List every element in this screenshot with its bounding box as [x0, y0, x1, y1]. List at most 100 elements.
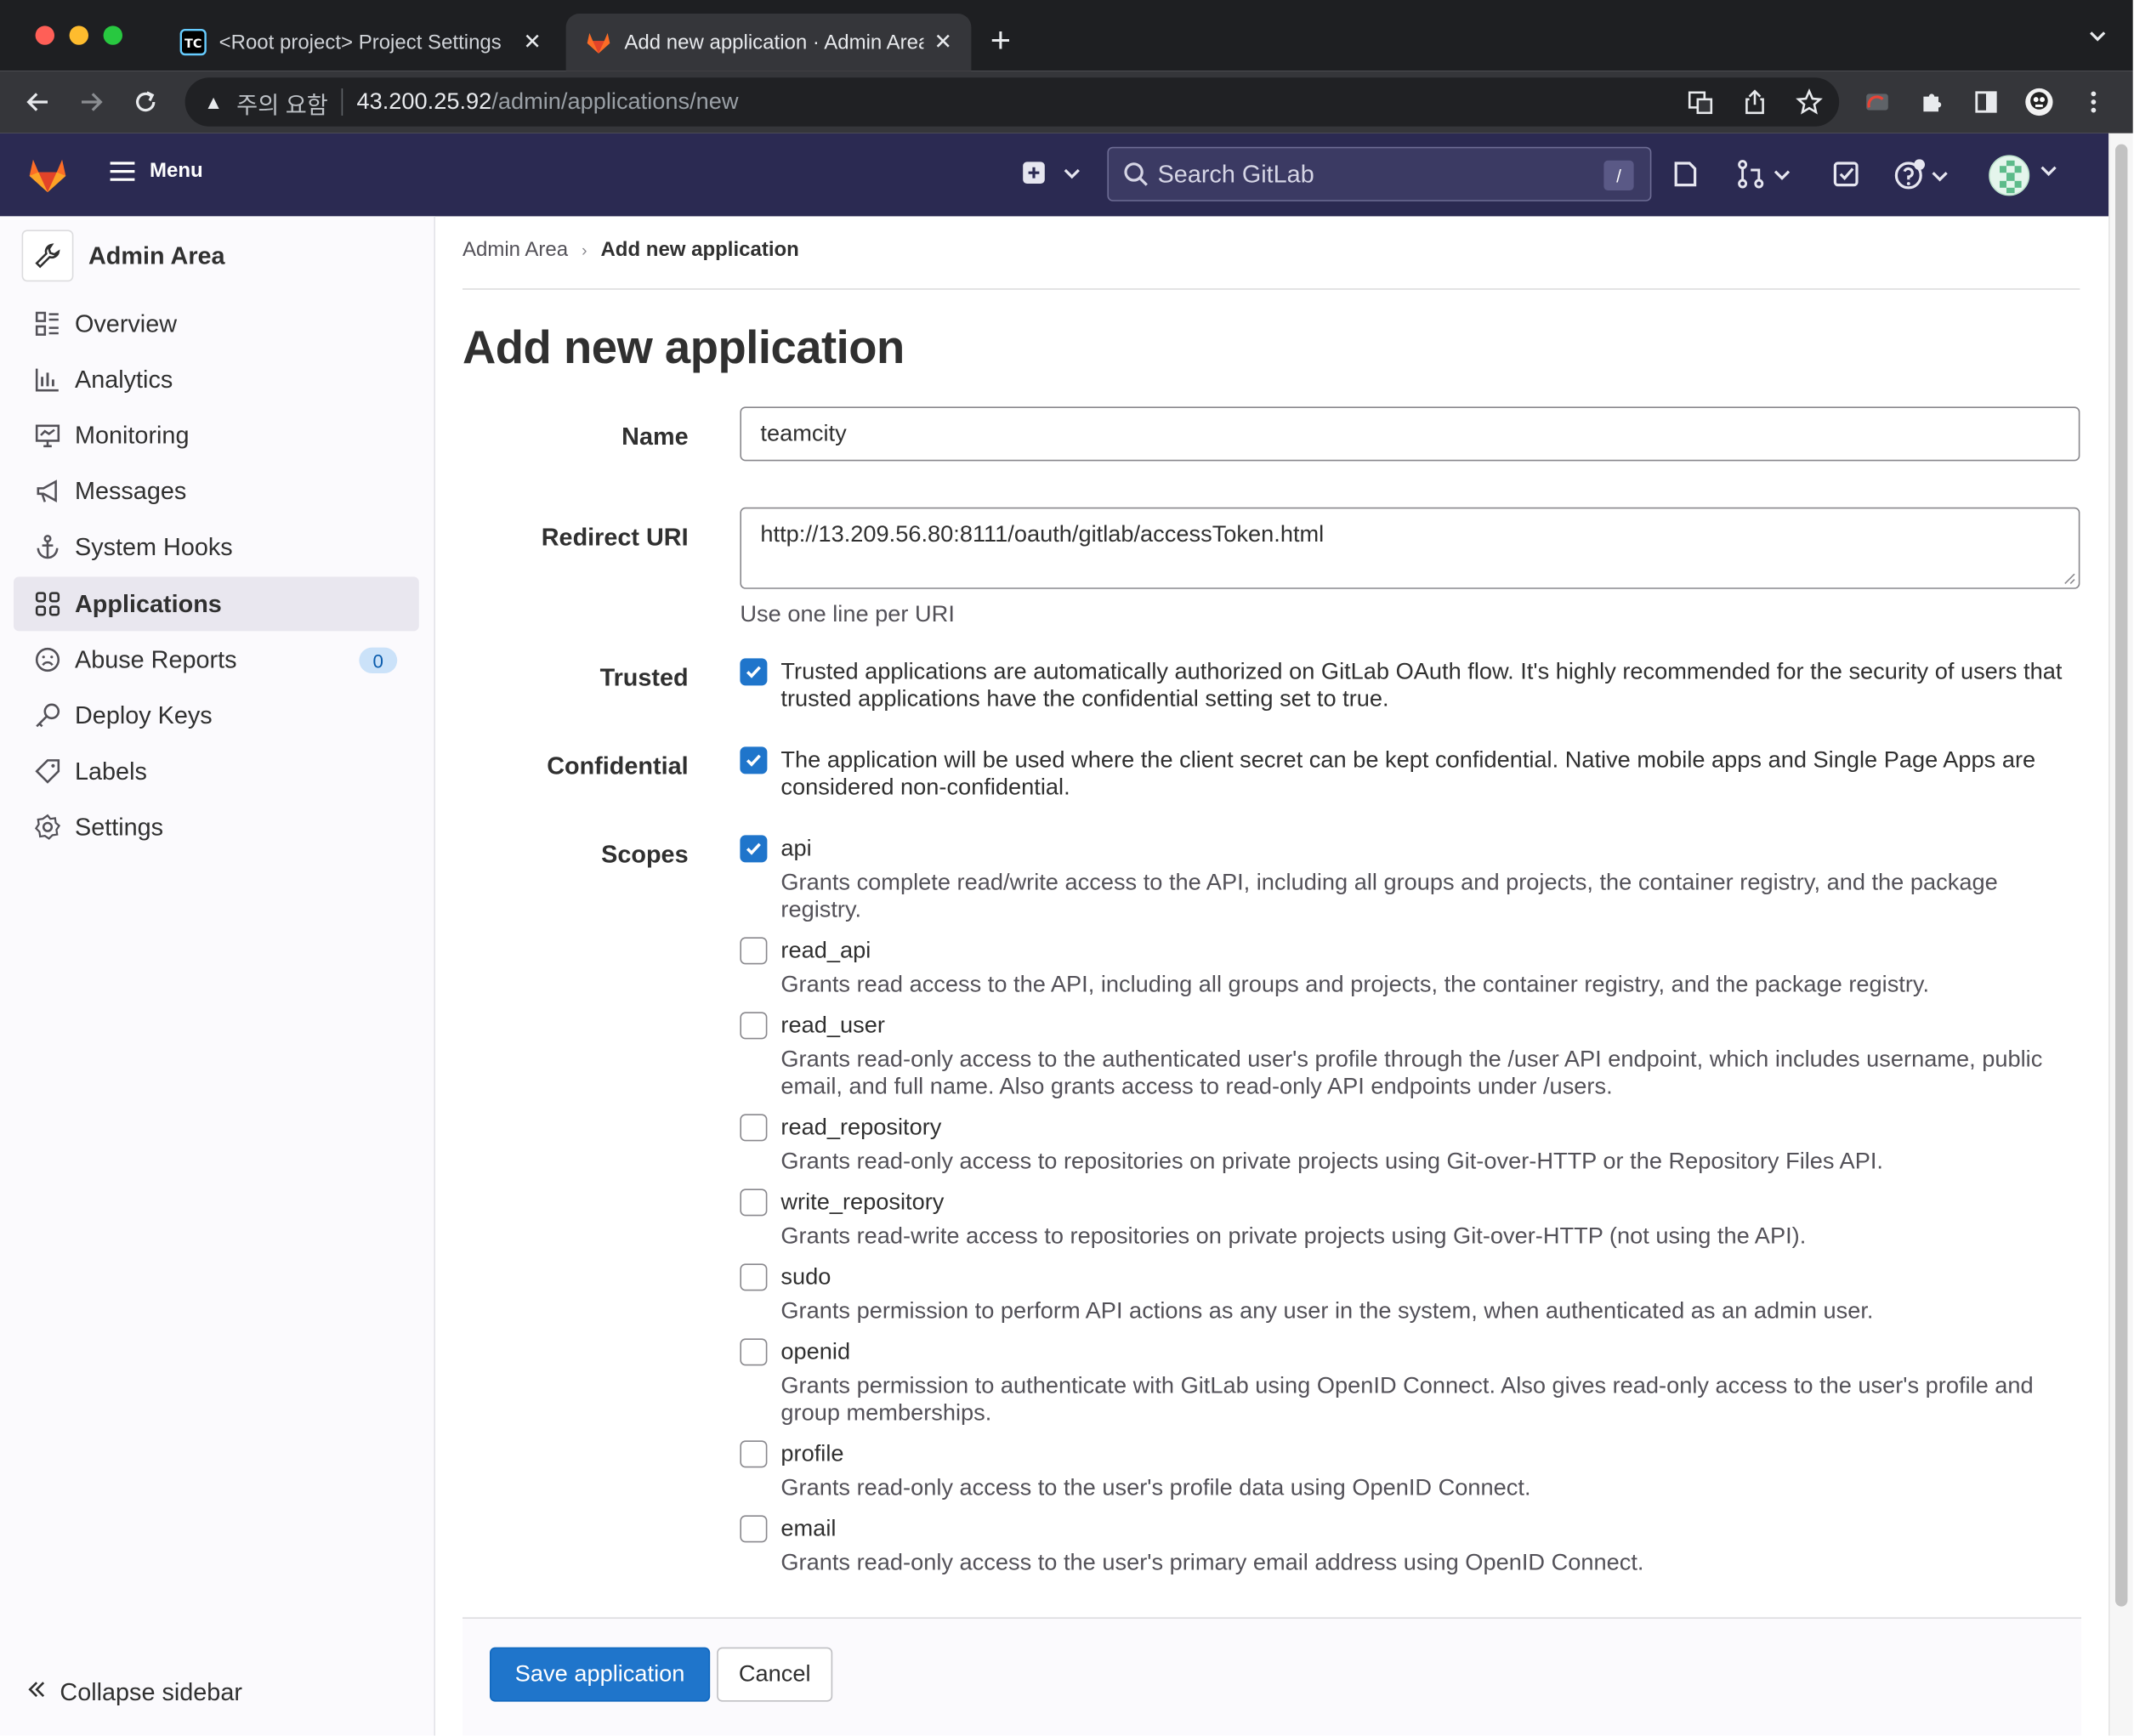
scope-checkbox-profile[interactable] — [740, 1440, 768, 1468]
tab-search-chevron-icon[interactable] — [2086, 25, 2108, 54]
sidebar-item-labels[interactable]: Labels — [14, 744, 419, 798]
todo-checkbox-icon — [1833, 162, 1859, 187]
user-menu-chevron[interactable] — [2038, 159, 2060, 181]
teamcity-favicon-icon: TC — [179, 29, 207, 56]
scope-name[interactable]: read_api — [780, 937, 871, 964]
tab-title: <Root project> Project Settings — [219, 31, 502, 54]
merge-requests-button[interactable] — [1736, 159, 1793, 189]
sidebar-item-messages[interactable]: Messages — [14, 464, 419, 519]
scope-checkbox-email[interactable] — [740, 1515, 768, 1543]
maximize-window-button[interactable] — [103, 26, 122, 45]
cancel-button[interactable]: Cancel — [717, 1647, 833, 1702]
sidebar-item-settings[interactable]: Settings — [14, 800, 419, 854]
sidebar-item-label: Abuse Reports — [75, 645, 237, 673]
sidebar-item-overview[interactable]: Overview — [14, 297, 419, 351]
page-scrollbar[interactable] — [2108, 133, 2133, 1736]
scope-name[interactable]: read_repository — [780, 1114, 941, 1141]
save-application-button[interactable]: Save application — [490, 1647, 711, 1702]
monitor-icon — [32, 420, 62, 450]
scope-name[interactable]: profile — [780, 1440, 843, 1467]
scope-checkbox-read-user[interactable] — [740, 1012, 768, 1040]
scope-name[interactable]: api — [780, 835, 811, 862]
scope-name[interactable]: write_repository — [780, 1189, 944, 1216]
back-button[interactable] — [19, 83, 57, 122]
tab-title: Add new application · Admin Area · GitLa… — [624, 31, 922, 54]
close-window-button[interactable] — [35, 26, 54, 45]
scope-checkbox-openid[interactable] — [740, 1338, 768, 1366]
sidebar-item-label: Settings — [75, 813, 164, 840]
trusted-label: Trusted — [599, 663, 689, 691]
close-icon[interactable]: ✕ — [523, 29, 541, 56]
search-input[interactable]: Search GitLab / — [1107, 146, 1652, 201]
help-button[interactable] — [1893, 159, 1950, 191]
sidebar-item-system-hooks[interactable]: System Hooks — [14, 519, 419, 574]
redirect-uri-textarea[interactable]: http://13.209.56.80:8111/oauth/gitlab/ac… — [740, 507, 2080, 589]
confidential-label: Confidential — [547, 752, 689, 780]
collapse-sidebar-button[interactable]: Collapse sidebar — [25, 1677, 242, 1709]
sidebar-header[interactable]: Admin Area — [21, 230, 225, 282]
minimize-window-button[interactable] — [69, 26, 88, 45]
search-icon — [1124, 162, 1148, 186]
bookmark-star-icon[interactable] — [1794, 87, 1824, 116]
issues-button[interactable] — [1671, 159, 1700, 189]
scrollbar-thumb[interactable] — [2115, 144, 2128, 1607]
confidential-checkbox[interactable] — [740, 746, 768, 774]
sidebar-item-applications[interactable]: Applications — [14, 576, 419, 632]
sidebar-title: Admin Area — [88, 241, 225, 269]
scope-description: Grants read-only access to the user's pr… — [780, 1549, 1644, 1575]
scope-name[interactable]: read_user — [780, 1012, 885, 1039]
create-new-button[interactable] — [1020, 159, 1083, 186]
new-tab-button[interactable]: + — [990, 19, 1011, 60]
checkmark-icon — [746, 666, 761, 678]
menu-button[interactable]: Menu — [109, 159, 203, 182]
side-panel-icon[interactable] — [1971, 87, 2001, 116]
scope-name[interactable]: openid — [780, 1338, 850, 1365]
sidebar-item-label: System Hooks — [75, 532, 233, 560]
sidebar-item-analytics[interactable]: Analytics — [14, 352, 419, 406]
sidebar-item-monitoring[interactable]: Monitoring — [14, 408, 419, 462]
close-icon[interactable]: ✕ — [934, 29, 952, 56]
tab-teamcity[interactable]: TC <Root project> Project Settings ✕ — [161, 14, 560, 71]
sidebar-item-abuse-reports[interactable]: Abuse Reports 0 — [14, 633, 419, 687]
address-bar[interactable]: ▲ 주의 요함 43.200.25.92/admin/applications/… — [184, 77, 1840, 127]
name-value: teamcity — [760, 420, 847, 446]
scope-description: Grants read access to the API, including… — [780, 971, 1930, 997]
name-input[interactable]: teamcity — [740, 406, 2080, 462]
scope-checkbox-sudo[interactable] — [740, 1263, 768, 1291]
profile-avatar-icon[interactable] — [2024, 87, 2054, 116]
cast-extension-icon[interactable] — [1862, 87, 1892, 116]
translate-icon[interactable] — [1685, 87, 1715, 116]
search-placeholder: Search GitLab — [1157, 160, 1314, 187]
sidebar-item-deploy-keys[interactable]: Deploy Keys — [14, 689, 419, 743]
scope-checkbox-api[interactable] — [740, 835, 768, 863]
scope-checkbox-write-repository[interactable] — [740, 1189, 768, 1217]
resize-handle-icon[interactable] — [2063, 573, 2075, 585]
breadcrumb-current[interactable]: Add new application — [600, 238, 798, 261]
todos-button[interactable] — [1831, 159, 1861, 189]
issues-icon — [1674, 162, 1697, 187]
reload-button[interactable] — [127, 83, 165, 122]
scope-checkbox-read-api[interactable] — [740, 937, 768, 965]
url-host: 43.200.25.92 — [356, 88, 492, 115]
browser-toolbar: ▲ 주의 요함 43.200.25.92/admin/applications/… — [0, 71, 2133, 133]
plus-square-icon — [1023, 162, 1045, 184]
scope-name[interactable]: sudo — [780, 1263, 831, 1291]
breadcrumb-parent[interactable]: Admin Area — [463, 238, 568, 261]
trusted-checkbox[interactable] — [740, 658, 768, 686]
admin-wrench-icon — [21, 230, 74, 282]
user-avatar[interactable] — [1989, 155, 2030, 196]
gitlab-logo-icon[interactable] — [25, 152, 71, 202]
warning-icon[interactable]: ▲ — [204, 91, 223, 113]
chevron-double-left-icon — [25, 1677, 49, 1709]
scope-checkbox-read-repository[interactable] — [740, 1114, 768, 1142]
share-icon[interactable] — [1740, 87, 1769, 116]
browser-menu-icon[interactable] — [2079, 87, 2108, 116]
scope-name[interactable]: email — [780, 1515, 836, 1542]
forward-button[interactable] — [72, 83, 111, 122]
name-label: Name — [621, 423, 689, 451]
extensions-puzzle-icon[interactable] — [1916, 87, 1946, 116]
admin-sidebar: Admin Area Overview Analytics Monitoring… — [0, 216, 435, 1736]
security-warning[interactable]: 주의 요함 — [236, 85, 328, 119]
tab-gitlab[interactable]: Add new application · Admin Area · GitLa… — [565, 14, 972, 71]
hamburger-icon — [110, 161, 135, 181]
